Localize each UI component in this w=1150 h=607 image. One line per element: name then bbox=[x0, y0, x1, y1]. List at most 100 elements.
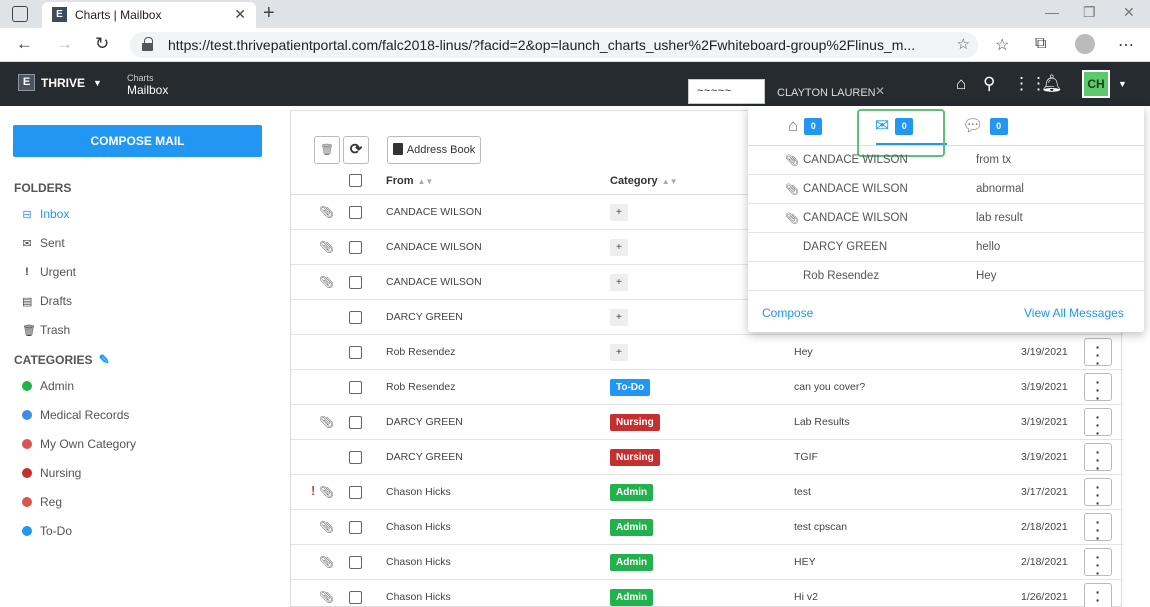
row-actions-button[interactable]: ··· bbox=[1084, 338, 1112, 370]
reload-icon[interactable]: ↻ bbox=[95, 34, 109, 54]
category-tag[interactable]: To-Do bbox=[610, 379, 651, 396]
search-icon[interactable]: ⚲ bbox=[983, 74, 995, 94]
notification-item[interactable]: 📎︎ CANDACE WILSON abnormal bbox=[748, 175, 1144, 204]
tab-chat-notifications[interactable]: 💬︎ 0 bbox=[962, 116, 1008, 136]
folder-sent[interactable]: ✉ Sent bbox=[22, 236, 64, 250]
favorites-icon[interactable]: ☆ bbox=[995, 35, 1009, 55]
category-tag[interactable]: + bbox=[610, 204, 628, 221]
table-row[interactable]: 📎︎ DARCY GREEN Nursing Lab Results 3/19/2021… bbox=[291, 405, 1123, 440]
table-row[interactable]: 📎︎ Chason Hicks Admin test cpscan 2/18/2021 ·… bbox=[291, 510, 1123, 545]
browser-tab[interactable]: E Charts | Mailbox ✕ bbox=[42, 2, 256, 28]
row-checkbox[interactable] bbox=[349, 556, 362, 569]
row-checkbox[interactable] bbox=[349, 276, 362, 289]
category-tag[interactable]: Nursing bbox=[610, 414, 660, 431]
category-my-own[interactable]: My Own Category bbox=[22, 437, 136, 451]
window-menu-icon[interactable] bbox=[12, 6, 28, 22]
browser-tab-bar: E Charts | Mailbox ✕ + — ❐ ✕ bbox=[0, 0, 1150, 28]
row-actions-button[interactable]: ··· bbox=[1084, 478, 1112, 510]
row-checkbox[interactable] bbox=[349, 416, 362, 429]
category-tag[interactable]: + bbox=[610, 274, 628, 291]
folder-urgent[interactable]: ! Urgent bbox=[22, 265, 76, 279]
row-checkbox[interactable] bbox=[349, 451, 362, 464]
minimize-icon[interactable]: — bbox=[1045, 4, 1059, 20]
address-book-button[interactable]: Address Book bbox=[387, 136, 481, 164]
urgent-icon: ! bbox=[311, 483, 316, 498]
collections-icon[interactable]: ⧉ bbox=[1035, 35, 1046, 53]
lock-icon[interactable] bbox=[142, 37, 153, 51]
page-title: Mailbox bbox=[127, 83, 169, 97]
close-patient-icon[interactable]: ✕ bbox=[875, 84, 885, 98]
more-icon[interactable]: ⋯ bbox=[1118, 35, 1134, 55]
bell-icon[interactable]: 🔔︎ bbox=[1041, 74, 1063, 94]
category-tag[interactable]: Nursing bbox=[610, 449, 660, 466]
table-row[interactable]: Rob Resendez + Hey 3/19/2021 · · · bbox=[291, 335, 1123, 370]
row-actions-button[interactable]: ··· bbox=[1084, 583, 1112, 607]
edit-pencil-icon[interactable]: ✎ bbox=[99, 352, 110, 367]
forward-icon[interactable]: → bbox=[56, 34, 73, 54]
row-actions-button[interactable]: ··· bbox=[1084, 408, 1112, 440]
row-actions-button[interactable]: ··· bbox=[1084, 373, 1112, 405]
refresh-button[interactable]: ⟳ bbox=[343, 136, 369, 164]
folder-inbox[interactable]: ⊟ Inbox bbox=[22, 207, 69, 221]
compose-link[interactable]: Compose bbox=[762, 306, 813, 320]
category-tag[interactable]: Admin bbox=[610, 519, 654, 536]
column-category[interactable]: Category ▲▼ bbox=[610, 175, 678, 187]
category-to-do[interactable]: To-Do bbox=[22, 524, 72, 538]
category-tag[interactable]: Admin bbox=[610, 484, 654, 501]
column-from[interactable]: From ▲▼ bbox=[386, 175, 433, 187]
row-subject: HEY bbox=[794, 556, 816, 568]
category-medical-records[interactable]: Medical Records bbox=[22, 408, 129, 422]
table-row[interactable]: Rob Resendez To-Do can you cover? 3/19/2021… bbox=[291, 370, 1123, 405]
profile-avatar[interactable] bbox=[1075, 34, 1095, 54]
notification-item[interactable]: 📎︎ CANDACE WILSON from tx bbox=[748, 146, 1144, 175]
category-nursing[interactable]: Nursing bbox=[22, 466, 81, 480]
tab-inbox-notifications[interactable]: ⌂ 0 bbox=[788, 116, 823, 136]
row-checkbox[interactable] bbox=[349, 206, 362, 219]
category-tag[interactable]: + bbox=[610, 309, 628, 326]
category-tag[interactable]: + bbox=[610, 239, 628, 256]
notification-item[interactable]: Rob Resendez Hey bbox=[748, 262, 1144, 291]
url-field[interactable]: https://test.thrivepatientportal.com/fal… bbox=[130, 32, 978, 58]
folder-drafts[interactable]: ▤ Drafts bbox=[22, 294, 72, 308]
row-checkbox[interactable] bbox=[349, 381, 362, 394]
favorite-star-icon[interactable]: ☆ bbox=[957, 35, 970, 53]
paperclip-icon: 📎︎ bbox=[319, 590, 335, 604]
table-row[interactable]: DARCY GREEN Nursing TGIF 3/19/2021 · · · bbox=[291, 440, 1123, 475]
folder-trash[interactable]: 🗑︎ Trash bbox=[22, 323, 70, 337]
row-actions-button[interactable]: ··· bbox=[1084, 513, 1112, 545]
row-checkbox[interactable] bbox=[349, 486, 362, 499]
new-tab-icon[interactable]: + bbox=[263, 2, 275, 25]
patient-name[interactable]: CLAYTON LAUREN bbox=[777, 87, 876, 99]
compose-mail-button[interactable]: COMPOSE MAIL bbox=[13, 125, 262, 157]
category-reg[interactable]: Reg bbox=[22, 495, 62, 509]
category-tag[interactable]: Admin bbox=[610, 554, 654, 571]
back-icon[interactable]: ← bbox=[16, 34, 33, 54]
row-checkbox[interactable] bbox=[349, 241, 362, 254]
row-checkbox[interactable] bbox=[349, 591, 362, 604]
paperclip-icon: 📎︎ bbox=[319, 415, 335, 429]
row-actions-button[interactable]: ··· bbox=[1084, 443, 1112, 475]
view-all-messages-link[interactable]: View All Messages bbox=[1024, 306, 1124, 320]
close-window-icon[interactable]: ✕ bbox=[1123, 4, 1135, 21]
row-checkbox[interactable] bbox=[349, 521, 362, 534]
user-avatar[interactable]: CH bbox=[1082, 70, 1110, 98]
row-actions-button[interactable]: ··· bbox=[1084, 548, 1112, 580]
close-tab-icon[interactable]: ✕ bbox=[234, 6, 246, 23]
user-caret-down-icon[interactable]: ▼ bbox=[1118, 79, 1127, 89]
categories-heading: CATEGORIES ✎ bbox=[14, 352, 110, 368]
row-checkbox[interactable] bbox=[349, 346, 362, 359]
table-row[interactable]: 📎︎ Chason Hicks Admin HEY 2/18/2021 · · · bbox=[291, 545, 1123, 580]
select-all-checkbox[interactable] bbox=[349, 174, 362, 187]
notification-item[interactable]: 📎︎ CANDACE WILSON lab result bbox=[748, 204, 1144, 233]
table-row[interactable]: ! 📎︎ Chason Hicks Admin test 3/17/2021 · · · bbox=[291, 475, 1123, 510]
home-icon[interactable]: ⌂ bbox=[956, 74, 966, 94]
category-tag[interactable]: Admin bbox=[610, 589, 654, 606]
category-tag[interactable]: + bbox=[610, 344, 628, 361]
delete-button[interactable]: 🗑︎ bbox=[314, 136, 340, 164]
category-admin[interactable]: Admin bbox=[22, 379, 74, 393]
row-checkbox[interactable] bbox=[349, 311, 362, 324]
restore-icon[interactable]: ❐ bbox=[1083, 4, 1096, 21]
notification-item[interactable]: DARCY GREEN hello bbox=[748, 233, 1144, 262]
table-row[interactable]: 📎︎ Chason Hicks Admin Hi v2 1/26/2021 ··· bbox=[291, 580, 1123, 607]
brand-menu[interactable]: E THRIVE ▼ bbox=[18, 74, 102, 91]
